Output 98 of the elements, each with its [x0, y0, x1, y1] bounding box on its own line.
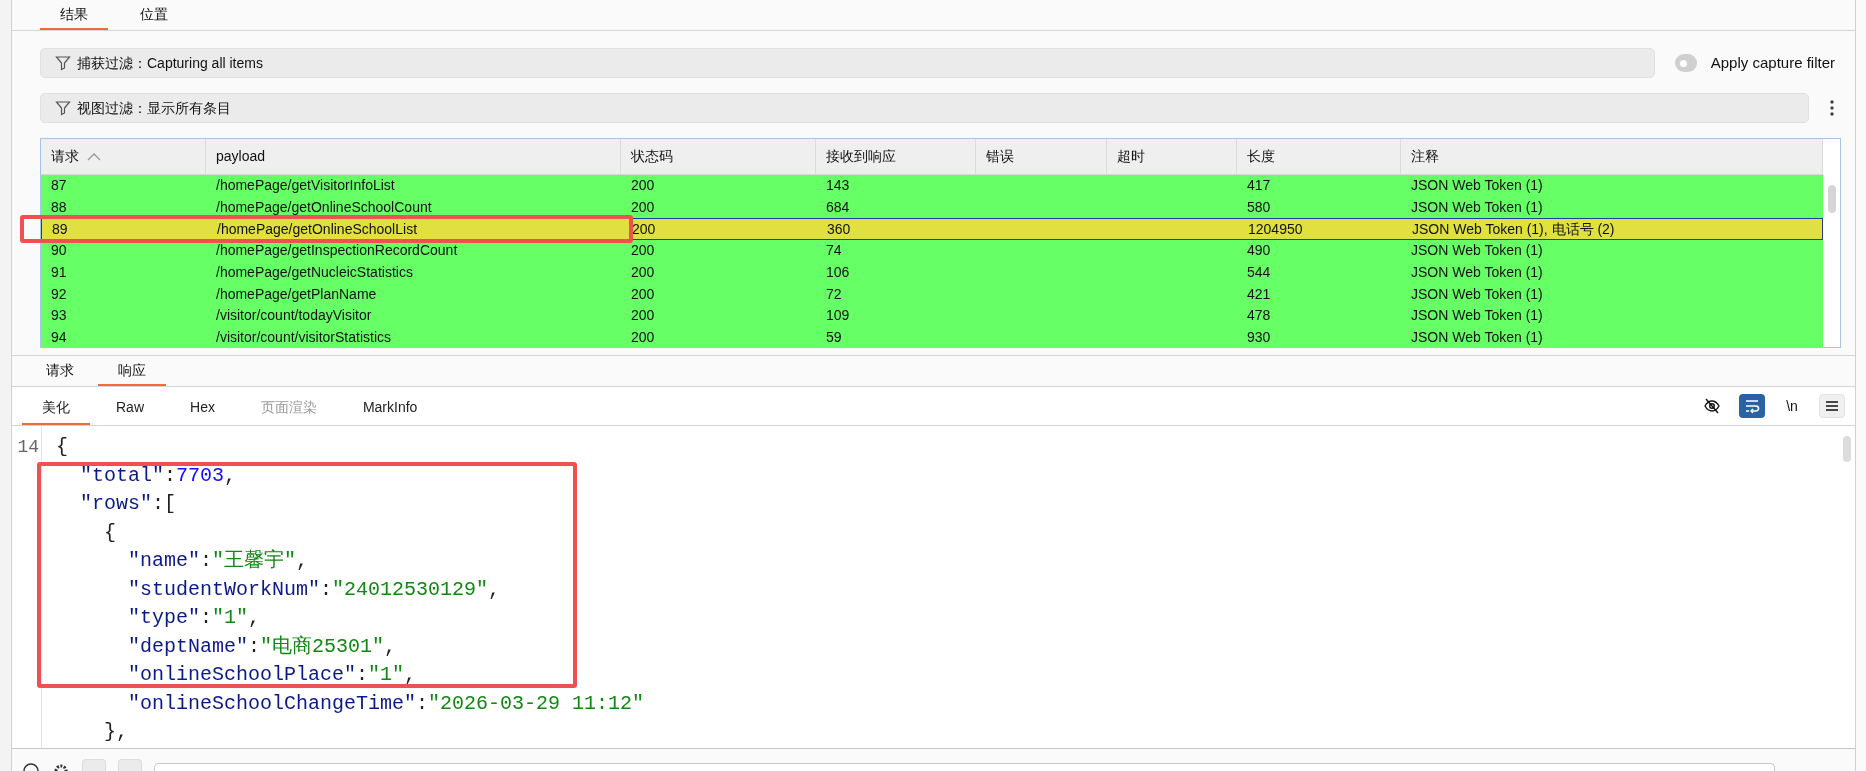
- table-cell: /homePage/getVisitorInfoList: [216, 177, 395, 194]
- column-header[interactable]: 超时: [1107, 139, 1237, 174]
- toggle-switch[interactable]: [1675, 54, 1697, 72]
- view-tab[interactable]: Raw: [96, 391, 164, 425]
- column-header[interactable]: 状态码: [621, 139, 816, 174]
- wrap-icon: [1743, 398, 1761, 414]
- wrap-button[interactable]: [1739, 394, 1765, 418]
- code-line: "onlineSchoolChangeTime":"2026-03-29 11:12": [127, 690, 645, 717]
- table-cell: 143: [826, 177, 850, 194]
- view-tab[interactable]: MarkInfo: [342, 391, 438, 425]
- table-cell: 88: [51, 199, 67, 216]
- column-header[interactable]: 请求: [41, 139, 206, 174]
- table-cell: 544: [1247, 264, 1271, 281]
- table-cell: /homePage/getNucleicStatistics: [216, 264, 413, 281]
- code-line: {: [56, 434, 68, 460]
- scrollbar-thumb[interactable]: [1827, 185, 1836, 213]
- code-line: "name":"王馨宇",: [127, 548, 309, 574]
- code-line: "deptName":"电商25301",: [127, 633, 397, 660]
- eye-off-icon: [1703, 397, 1721, 415]
- menu-icon: [1824, 399, 1840, 413]
- table-cell: JSON Web Token (1): [1411, 264, 1543, 281]
- table-cell: 93: [51, 307, 67, 324]
- tab[interactable]: 请求: [26, 356, 94, 386]
- table-cell: 580: [1247, 199, 1271, 216]
- table-cell: 89: [52, 220, 68, 237]
- table-cell: 417: [1247, 177, 1271, 194]
- view-filter-bar[interactable]: 视图过滤：显示所有条目: [40, 93, 1809, 123]
- table-cell: 478: [1247, 307, 1271, 324]
- menu-button[interactable]: [1819, 394, 1845, 418]
- table-cell: 200: [631, 264, 655, 281]
- table-cell: 200: [632, 220, 656, 237]
- column-header[interactable]: 接收到响应: [816, 139, 976, 174]
- table-cell: /homePage/getOnlineSchoolCount: [216, 199, 432, 216]
- scrollbar-thumb[interactable]: [1843, 436, 1851, 462]
- table-cell: /homePage/getPlanName: [216, 285, 377, 302]
- table-cell: 200: [631, 199, 655, 216]
- search-field[interactable]: [154, 763, 1775, 771]
- tab[interactable]: 位置: [120, 0, 188, 30]
- table-cell: 200: [631, 307, 655, 324]
- table-cell: 109: [826, 307, 850, 324]
- table-cell: 74: [826, 242, 842, 259]
- table-cell: 200: [631, 285, 655, 302]
- filter-icon: [55, 100, 71, 116]
- code-line: "total":7703,: [79, 462, 237, 489]
- table-cell: 421: [1247, 285, 1271, 302]
- capture-filter-bar[interactable]: 捕获过滤：Capturing all items: [40, 48, 1655, 78]
- table-cell: 106: [826, 264, 850, 281]
- table-cell: JSON Web Token (1): [1411, 329, 1543, 346]
- table-row[interactable]: 87 /homePage/getVisitorInfoList 200 143 417 JSON Web Token (1): [41, 175, 1823, 197]
- capture-filter-text: 捕获过滤：Capturing all items: [77, 53, 263, 73]
- table-cell: 94: [51, 329, 67, 346]
- table-cell: 91: [51, 264, 67, 281]
- table-cell: 930: [1247, 329, 1271, 346]
- table-cell: 200: [631, 242, 655, 259]
- line-number: 14: [17, 437, 39, 457]
- column-header[interactable]: 错误: [976, 139, 1107, 174]
- table-row[interactable]: 89 /homePage/getOnlineSchoolList 200 360 1204950 JSON Web Token (1), 电话号 (2): [41, 218, 1823, 241]
- table-row[interactable]: 90 /homePage/getInspectionRecordCount 200 74 490 JSON Web Token (1): [41, 240, 1823, 262]
- table-cell: JSON Web Token (1): [1411, 199, 1543, 216]
- view-filter-text: 视图过滤：显示所有条目: [77, 98, 231, 118]
- table-cell: 92: [51, 285, 67, 302]
- table-cell: JSON Web Token (1): [1411, 177, 1543, 194]
- table-cell: /homePage/getInspectionRecordCount: [216, 242, 458, 259]
- table-cell: 684: [826, 199, 850, 216]
- view-tab[interactable]: Hex: [170, 391, 235, 425]
- table-cell: 490: [1247, 242, 1271, 259]
- table-row[interactable]: 92 /homePage/getPlanName 200 72 421 JSON Web Token (1): [41, 283, 1823, 306]
- newline-button[interactable]: \n: [1779, 394, 1805, 418]
- table-cell: /visitor/count/todayVisitor: [216, 307, 372, 324]
- filter-icon: [55, 55, 71, 71]
- table-row[interactable]: 94 /visitor/count/visitorStatistics 200 59 930 JSON Web Token (1): [41, 326, 1823, 347]
- code-line: "studentWorkNum":"24012530129",: [127, 576, 501, 603]
- code-line: "type":"1",: [127, 605, 261, 631]
- table-cell: 200: [631, 329, 655, 346]
- table-cell: JSON Web Token (1), 电话号 (2): [1412, 220, 1615, 237]
- table-cell: /visitor/count/visitorStatistics: [216, 329, 392, 346]
- code-line: "rows":[: [79, 491, 177, 517]
- code-line: {: [103, 519, 116, 546]
- table-cell: JSON Web Token (1): [1411, 285, 1543, 302]
- table-cell: 360: [827, 220, 851, 237]
- table-cell: 200: [631, 177, 655, 194]
- more-icon[interactable]: [1829, 99, 1835, 117]
- tab[interactable]: 结果: [40, 0, 108, 30]
- column-header[interactable]: 长度: [1237, 139, 1401, 174]
- table-cell: 59: [826, 329, 842, 346]
- table-cell: 90: [51, 242, 67, 259]
- toggle-label: Apply capture filter: [1710, 52, 1835, 73]
- table-cell: /homePage/getOnlineSchoolList: [217, 220, 418, 237]
- table-cell: 1204950: [1248, 220, 1303, 237]
- table-cell: 72: [826, 285, 842, 302]
- table-cell: JSON Web Token (1): [1411, 242, 1543, 259]
- table-row[interactable]: 93 /visitor/count/todayVisitor 200 109 478 JSON Web Token (1): [41, 305, 1823, 327]
- table-row[interactable]: 91 /homePage/getNucleicStatistics 200 106 544 JSON Web Token (1): [41, 261, 1823, 284]
- table-cell: 87: [51, 177, 67, 194]
- column-header[interactable]: payload: [206, 139, 621, 174]
- code-line: "onlineSchoolPlace":"1",: [127, 662, 417, 688]
- code-line: },: [103, 719, 128, 745]
- table-cell: JSON Web Token (1): [1411, 307, 1543, 324]
